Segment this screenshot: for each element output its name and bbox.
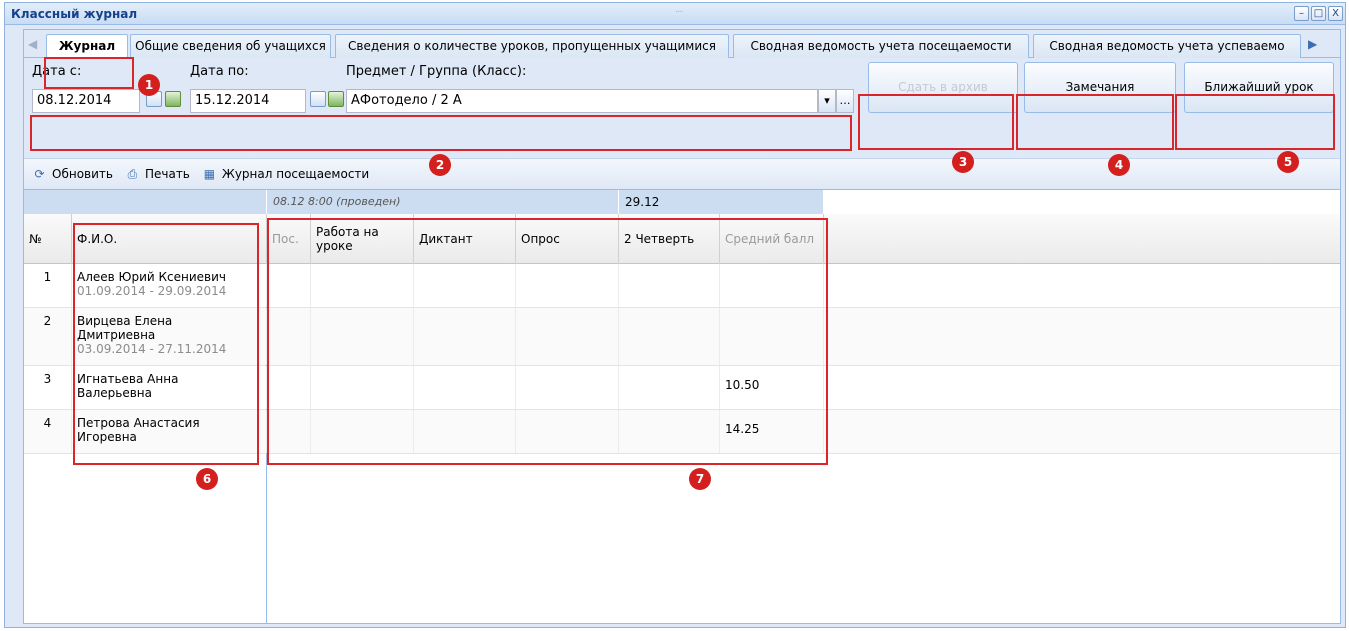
student-cell: Петрова Анастасия Игоревна (72, 410, 267, 453)
annotation-marker: 2 (429, 154, 451, 176)
student-name: Петрова Анастасия Игоревна (77, 416, 200, 444)
grid-toolbar: ⟳ Обновить ⎙ Печать ▦ Журнал посещаемост… (24, 158, 1340, 190)
table-row[interactable]: 2 Вирцева Елена Дмитриевна 03.09.2014 - … (24, 308, 267, 366)
tab-progress-summary[interactable]: Сводная ведомость учета успеваемо (1033, 34, 1301, 58)
close-icon[interactable]: X (1328, 6, 1343, 21)
average-cell (720, 264, 824, 307)
today-icon[interactable] (165, 91, 181, 107)
annotation-marker: 5 (1277, 151, 1299, 173)
attendance-journal-label: Журнал посещаемости (221, 167, 370, 181)
lesson-group-header[interactable]: 29.12 (619, 190, 824, 214)
archive-button[interactable]: Сдать в архив (868, 62, 1018, 113)
date-to-field[interactable]: 15.12.2014 (190, 89, 306, 113)
journal-grid: № Ф.И.О. 1 Алеев Юрий Ксениевич 01.09.20… (24, 190, 1340, 623)
col-attendance[interactable]: Пос. (267, 214, 311, 264)
chevron-down-icon[interactable]: ▾ (818, 89, 836, 113)
today-icon[interactable] (328, 91, 344, 107)
print-icon: ⎙ (127, 166, 138, 181)
window-title: Классный журнал (11, 7, 138, 21)
date-from-label: Дата с: (32, 64, 82, 79)
tab-scroll-left-icon[interactable]: ◀ (28, 37, 37, 51)
col-class-work[interactable]: Работа на уроке (311, 214, 414, 264)
more-options-button[interactable]: … (836, 89, 854, 113)
calendar-icon[interactable] (310, 91, 326, 107)
marks-row[interactable] (267, 264, 1340, 308)
student-cell: Вирцева Елена Дмитриевна 03.09.2014 - 27… (72, 308, 267, 365)
student-name: Игнатьева Анна Валерьевна (77, 372, 179, 400)
row-num: 1 (24, 264, 72, 307)
table-row[interactable]: 3 Игнатьева Анна Валерьевна (24, 366, 267, 410)
print-button[interactable]: ⎙ Печать (125, 167, 190, 182)
marks-row[interactable] (267, 308, 1340, 366)
average-cell: 14.25 (720, 410, 824, 453)
table-row[interactable]: 4 Петрова Анастасия Игоревна (24, 410, 267, 454)
col-quarter[interactable]: 2 Четверть (619, 214, 720, 264)
remarks-button[interactable]: Замечания (1024, 62, 1176, 113)
tab-students-info[interactable]: Общие сведения об учащихся (130, 34, 331, 58)
refresh-button[interactable]: ⟳ Обновить (32, 167, 113, 182)
header-group-empty (24, 190, 267, 214)
window-titlebar[interactable]: Классный журнал .... – □ X (5, 3, 1345, 25)
marks-pane: 08.12 8:00 (проведен) 29.12 Пос. Работа … (267, 190, 1340, 623)
student-period: 03.09.2014 - 27.11.2014 (77, 342, 227, 356)
annotation-marker: 6 (196, 468, 218, 490)
tab-scroll-right-icon[interactable]: ▶ (1308, 37, 1317, 51)
student-cell: Игнатьева Анна Валерьевна (72, 366, 267, 409)
student-name: Вирцева Елена Дмитриевна (77, 314, 173, 342)
col-fio[interactable]: Ф.И.О. (72, 214, 267, 264)
drag-grip[interactable]: .... (675, 5, 684, 15)
marks-header-row: Пос. Работа на уроке Диктант Опрос 2 Чет… (267, 214, 1340, 264)
journal-window: Классный журнал .... – □ X ◀ Журнал Общи… (4, 2, 1346, 628)
nearest-lesson-button[interactable]: Ближайший урок (1184, 62, 1334, 113)
annotation-marker: 3 (952, 151, 974, 173)
subject-label: Предмет / Группа (Класс): (346, 64, 527, 79)
student-name: Алеев Юрий Ксениевич (77, 270, 227, 284)
col-num[interactable]: № (24, 214, 72, 264)
maximize-icon[interactable]: □ (1311, 6, 1326, 21)
attendance-journal-button[interactable]: ▦ Журнал посещаемости (202, 166, 370, 182)
tab-journal[interactable]: Журнал (46, 34, 128, 59)
tab-bar: ◀ Журнал Общие сведения об учащихся Свед… (24, 30, 1340, 59)
row-num: 2 (24, 308, 72, 365)
students-pane: № Ф.И.О. 1 Алеев Юрий Ксениевич 01.09.20… (24, 190, 267, 623)
refresh-label: Обновить (52, 167, 113, 181)
minimize-icon[interactable]: – (1294, 6, 1309, 21)
table-row[interactable]: 1 Алеев Юрий Ксениевич 01.09.2014 - 29.0… (24, 264, 267, 308)
print-label: Печать (144, 167, 190, 181)
tab-missed-lessons[interactable]: Сведения о количестве уроков, пропущенны… (335, 34, 729, 58)
subject-combobox[interactable]: АФотоделo / 2 А (346, 89, 818, 113)
col-dictation[interactable]: Диктант (414, 214, 516, 264)
date-from-field[interactable]: 08.12.2014 (32, 89, 140, 113)
left-header-row: № Ф.И.О. (24, 214, 267, 264)
calendar-icon: ▦ (203, 166, 216, 181)
annotation-marker: 1 (138, 74, 160, 96)
col-average[interactable]: Средний балл (720, 214, 824, 264)
row-num: 3 (24, 366, 72, 409)
annotation-marker: 7 (689, 468, 711, 490)
student-period: 01.09.2014 - 29.09.2014 (77, 284, 227, 298)
marks-row[interactable]: 10.50 (267, 366, 1340, 410)
row-num: 4 (24, 410, 72, 453)
lesson-group-header[interactable]: 08.12 8:00 (проведен) (267, 190, 619, 214)
filter-panel: Дата с: Дата по: Предмет / Группа (Класс… (24, 58, 1340, 158)
marks-row[interactable]: 14.25 (267, 410, 1340, 454)
annotation-marker: 4 (1108, 154, 1130, 176)
student-cell: Алеев Юрий Ксениевич 01.09.2014 - 29.09.… (72, 264, 267, 307)
journal-panel: ◀ Журнал Общие сведения об учащихся Свед… (23, 29, 1341, 624)
tab-attendance-summary[interactable]: Сводная ведомость учета посещаемости (733, 34, 1029, 58)
average-cell (720, 308, 824, 365)
date-to-label: Дата по: (190, 64, 249, 79)
average-cell: 10.50 (720, 366, 824, 409)
refresh-icon: ⟳ (34, 166, 45, 181)
col-survey[interactable]: Опрос (516, 214, 619, 264)
